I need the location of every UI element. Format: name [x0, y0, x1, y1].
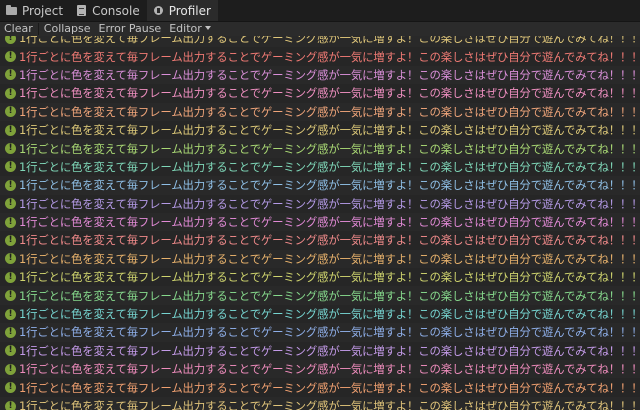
log-message: 1行ごとに色を変えて毎フレーム出力することでゲーミング感が一気に増すよ！この楽し…: [19, 325, 640, 340]
log-entry[interactable]: ! 1行ごとに色を変えて毎フレーム出力することでゲーミング感が一気に増すよ！この楽…: [0, 396, 640, 410]
log-entry[interactable]: ! 1行ごとに色を変えて毎フレーム出力することでゲーミング感が一気に増すよ！この楽…: [0, 378, 640, 397]
log-entry[interactable]: ! 1行ごとに色を変えて毎フレーム出力することでゲーミング感が一気に増すよ！この楽…: [0, 157, 640, 177]
log-list[interactable]: ! 1行ごとに色を変えて毎フレーム出力することでゲーミング感が一気に増すよ！この楽…: [0, 29, 640, 410]
collapse-toggle[interactable]: Collapse: [40, 22, 95, 36]
log-info-icon: !: [5, 308, 16, 320]
log-entry[interactable]: ! 1行ごとに色を変えて毎フレーム出力することでゲーミング感が一気に増すよ！この楽…: [0, 268, 640, 287]
tab-label: Profiler: [168, 3, 211, 18]
log-entry[interactable]: ! 1行ごとに色を変えて毎フレーム出力することでゲーミング感が一気に増すよ！この楽…: [0, 84, 640, 103]
log-info-icon: !: [5, 69, 16, 81]
log-info-icon: !: [5, 87, 16, 99]
log-message: 1行ごとに色を変えて毎フレーム出力することでゲーミング感が一気に増すよ！この楽し…: [19, 362, 640, 377]
log-message: 1行ごとに色を変えて毎フレーム出力することでゲーミング感が一気に増すよ！この楽し…: [19, 178, 640, 193]
folder-icon: [6, 5, 17, 16]
log-entry[interactable]: ! 1行ごとに色を変えて毎フレーム出力することでゲーミング感が一気に増すよ！この楽…: [0, 176, 640, 195]
log-info-icon: !: [5, 143, 16, 155]
tab-bar: Project Console Profiler: [0, 0, 640, 22]
chevron-down-icon: [204, 26, 211, 30]
log-info-icon: !: [5, 253, 16, 265]
clear-button[interactable]: Clear: [0, 22, 37, 36]
log-entry[interactable]: ! 1行ごとに色を変えて毎フレーム出力することでゲーミング感が一気に増すよ！この楽…: [0, 120, 640, 140]
log-info-icon: !: [5, 106, 16, 118]
log-message: 1行ごとに色を変えて毎フレーム出力することでゲーミング感が一気に増すよ！この楽し…: [19, 233, 640, 248]
log-message: 1行ごとに色を変えて毎フレーム出力することでゲーミング感が一気に増すよ！この楽し…: [19, 399, 640, 410]
log-message: 1行ごとに色を変えて毎フレーム出力することでゲーミング感が一気に増すよ！この楽し…: [19, 86, 640, 101]
log-entry[interactable]: ! 1行ごとに色を変えて毎フレーム出力することでゲーミング感が一気に増すよ！この楽…: [0, 212, 640, 232]
log-info-icon: !: [5, 51, 16, 63]
log-message: 1行ごとに色を変えて毎フレーム出力することでゲーミング感が一気に増すよ！この楽し…: [19, 343, 640, 358]
profiler-icon: [153, 5, 164, 16]
console-toolbar: Clear Collapse Error Pause Editor: [0, 22, 640, 36]
log-info-icon: !: [5, 198, 16, 210]
log-info-icon: !: [5, 382, 16, 394]
log-message: 1行ごとに色を変えて毎フレーム出力することでゲーミング感が一気に増すよ！この楽し…: [19, 270, 640, 285]
tab-project[interactable]: Project: [0, 0, 70, 21]
log-message: 1行ごとに色を変えて毎フレーム出力することでゲーミング感が一気に増すよ！この楽し…: [19, 288, 640, 303]
log-entry[interactable]: ! 1行ごとに色を変えて毎フレーム出力することでゲーミング感が一気に増すよ！この楽…: [0, 249, 640, 269]
error-pause-toggle[interactable]: Error Pause: [95, 22, 166, 36]
tab-profiler[interactable]: Profiler: [146, 0, 218, 21]
editor-dropdown[interactable]: Editor: [165, 22, 215, 36]
tab-label: Console: [92, 3, 140, 18]
log-info-icon: !: [5, 271, 16, 283]
log-info-icon: !: [5, 234, 16, 246]
log-entry[interactable]: ! 1行ごとに色を変えて毎フレーム出力することでゲーミング感が一気に増すよ！この楽…: [0, 47, 640, 66]
console-window: Project Console Profiler ! 1行ごとに色を変えて毎フレー…: [0, 0, 640, 410]
log-message: 1行ごとに色を変えて毎フレーム出力することでゲーミング感が一気に増すよ！この楽し…: [19, 380, 640, 395]
log-info-icon: !: [5, 179, 16, 191]
log-entry[interactable]: ! 1行ごとに色を変えて毎フレーム出力することでゲーミング感が一気に増すよ！この楽…: [0, 65, 640, 85]
log-message: 1行ごとに色を変えて毎フレーム出力することでゲーミング感が一気に増すよ！この楽し…: [19, 141, 640, 156]
toolbar-divider: [37, 23, 39, 35]
log-info-icon: !: [5, 400, 16, 410]
log-entry[interactable]: ! 1行ごとに色を変えて毎フレーム出力することでゲーミング感が一気に増すよ！この楽…: [0, 194, 640, 213]
log-message: 1行ごとに色を変えて毎フレーム出力することでゲーミング感が一気に増すよ！この楽し…: [19, 215, 640, 230]
log-message: 1行ごとに色を変えて毎フレーム出力することでゲーミング感が一気に増すよ！この楽し…: [19, 104, 640, 119]
log-message: 1行ごとに色を変えて毎フレーム出力することでゲーミング感が一気に増すよ！この楽し…: [19, 67, 640, 82]
tab-console[interactable]: Console: [70, 0, 147, 21]
log-message: 1行ごとに色を変えて毎フレーム出力することでゲーミング感が一気に増すよ！この楽し…: [19, 196, 640, 211]
log-entry[interactable]: ! 1行ごとに色を変えて毎フレーム出力することでゲーミング感が一気に増すよ！この楽…: [0, 139, 640, 158]
log-entry[interactable]: ! 1行ごとに色を変えて毎フレーム出力することでゲーミング感が一気に増すよ！この楽…: [0, 231, 640, 250]
log-message: 1行ごとに色を変えて毎フレーム出力することでゲーミング感が一気に増すよ！この楽し…: [19, 123, 640, 138]
editor-dropdown-label: Editor: [169, 22, 202, 35]
log-info-icon: !: [5, 326, 16, 338]
log-entry[interactable]: ! 1行ごとに色を変えて毎フレーム出力することでゲーミング感が一気に増すよ！この楽…: [0, 102, 640, 121]
log-info-icon: !: [5, 290, 16, 302]
log-message: 1行ごとに色を変えて毎フレーム出力することでゲーミング感が一気に増すよ！この楽し…: [19, 307, 640, 322]
log-entry[interactable]: ! 1行ごとに色を変えて毎フレーム出力することでゲーミング感が一気に増すよ！この楽…: [0, 323, 640, 342]
log-info-icon: !: [5, 161, 16, 173]
log-entry[interactable]: ! 1行ごとに色を変えて毎フレーム出力することでゲーミング感が一気に増すよ！この楽…: [0, 286, 640, 305]
log-info-icon: !: [5, 345, 16, 357]
log-info-icon: !: [5, 124, 16, 136]
console-icon: [76, 5, 87, 16]
log-entry[interactable]: ! 1行ごとに色を変えて毎フレーム出力することでゲーミング感が一気に増すよ！この楽…: [0, 341, 640, 361]
log-entry[interactable]: ! 1行ごとに色を変えて毎フレーム出力することでゲーミング感が一気に増すよ！この楽…: [0, 360, 640, 379]
tab-label: Project: [22, 3, 64, 18]
log-message: 1行ごとに色を変えて毎フレーム出力することでゲーミング感が一気に増すよ！この楽し…: [19, 49, 640, 64]
log-info-icon: !: [5, 216, 16, 228]
log-message: 1行ごとに色を変えて毎フレーム出力することでゲーミング感が一気に増すよ！この楽し…: [19, 159, 640, 174]
log-entry[interactable]: ! 1行ごとに色を変えて毎フレーム出力することでゲーミング感が一気に増すよ！この楽…: [0, 304, 640, 324]
log-message: 1行ごとに色を変えて毎フレーム出力することでゲーミング感が一気に増すよ！この楽し…: [19, 251, 640, 266]
log-info-icon: !: [5, 363, 16, 375]
